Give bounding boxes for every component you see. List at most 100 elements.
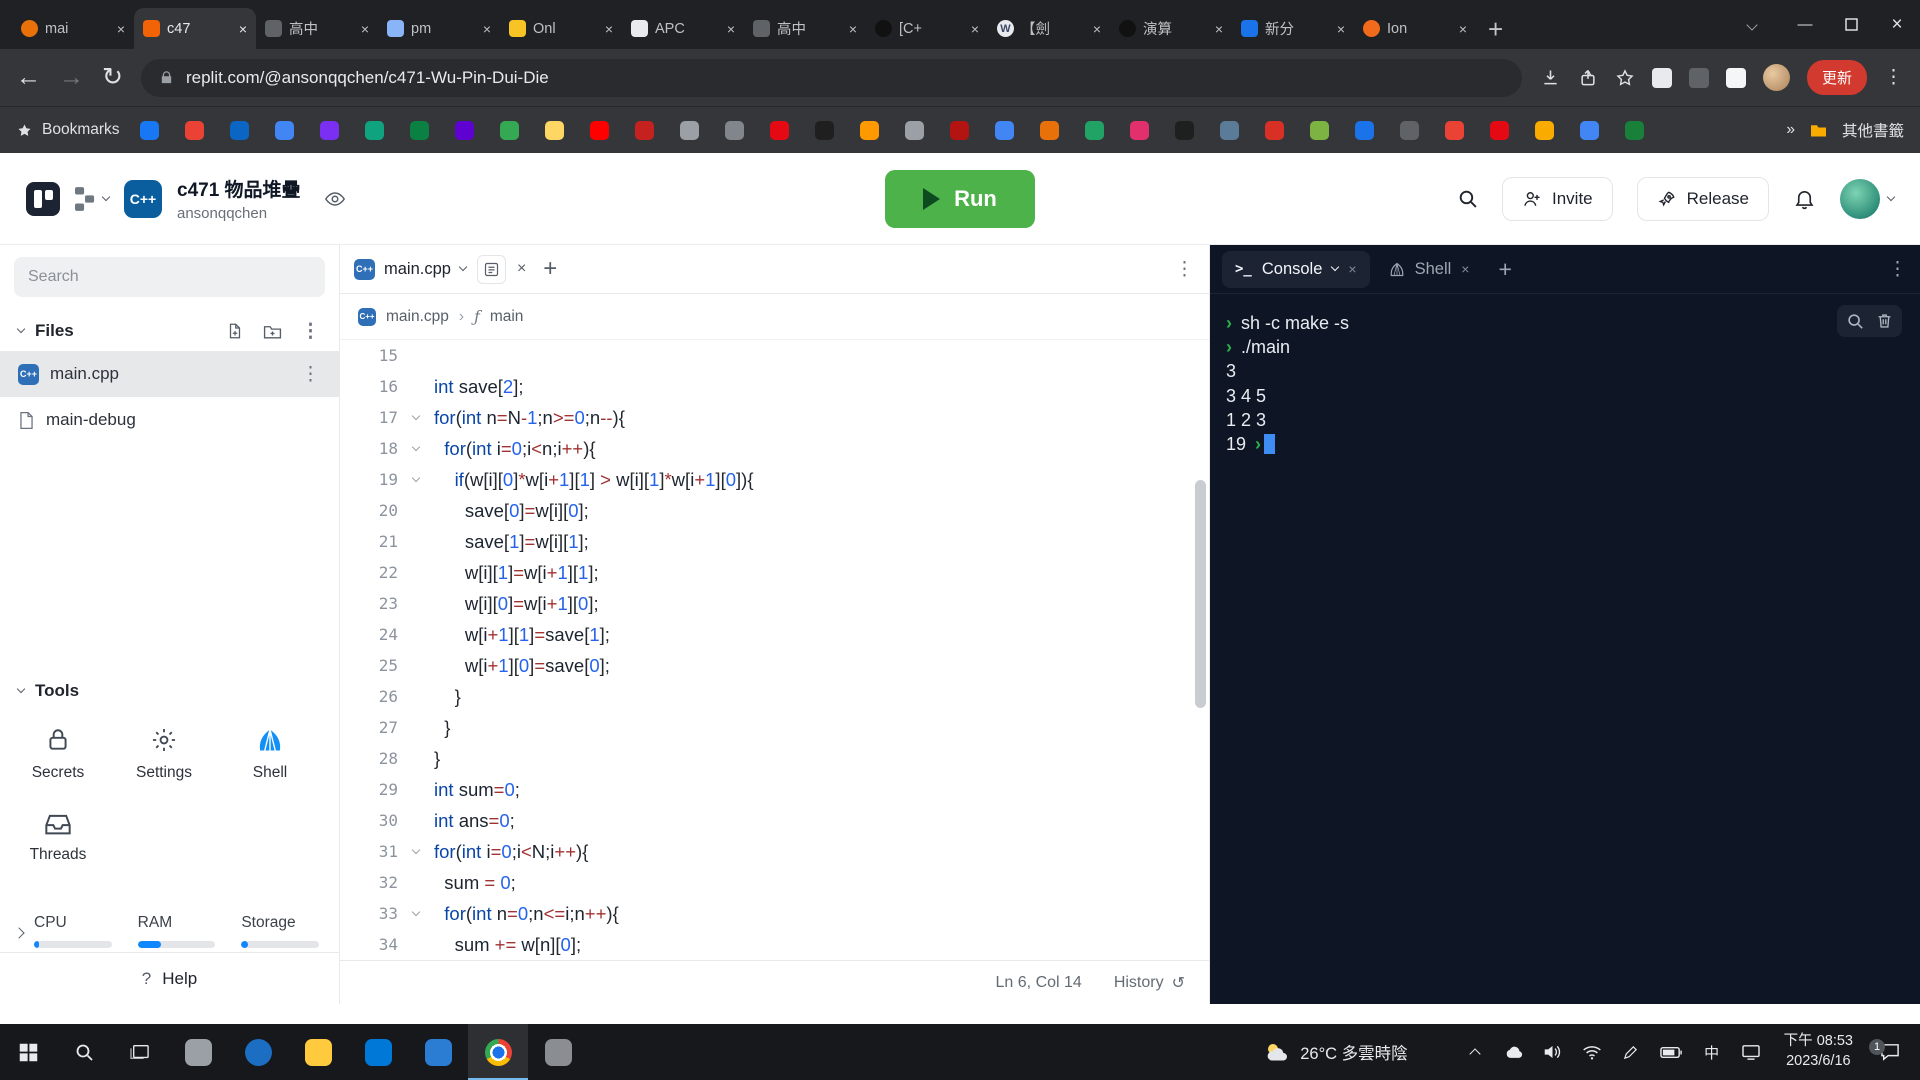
- tab-close-icon[interactable]: ×: [971, 21, 979, 37]
- console-clear-icon[interactable]: [1876, 312, 1893, 330]
- code-line[interactable]: 31for(int i=0;i<N;i++){: [340, 836, 1209, 867]
- battery-icon[interactable]: [1660, 1046, 1683, 1059]
- bookmark-favicon[interactable]: [1310, 121, 1329, 140]
- tab-close-icon[interactable]: ×: [727, 21, 735, 37]
- volume-icon[interactable]: [1543, 1044, 1563, 1060]
- run-button[interactable]: Run: [885, 170, 1035, 228]
- fold-chevron-icon[interactable]: [398, 479, 434, 481]
- tab-shell[interactable]: Shell ×: [1376, 251, 1483, 288]
- bookmark-favicon[interactable]: [1490, 121, 1509, 140]
- breadcrumb-symbol[interactable]: main: [490, 308, 524, 326]
- history-button[interactable]: History ↺: [1114, 973, 1185, 993]
- bookmark-favicon[interactable]: [455, 121, 474, 140]
- action-center-icon[interactable]: 1: [1872, 1043, 1908, 1061]
- code-line[interactable]: 30int ans=0;: [340, 805, 1209, 836]
- browser-tab[interactable]: [C+×: [866, 8, 988, 49]
- bookmark-favicon[interactable]: [905, 121, 924, 140]
- project-title-block[interactable]: c471 物品堆疊 ansonqqchen: [177, 175, 301, 222]
- address-bar[interactable]: replit.com/@ansonqqchen/c471-Wu-Pin-Dui-…: [141, 59, 1522, 97]
- editor-scrollbar[interactable]: [1195, 480, 1206, 708]
- taskbar-app-mail[interactable]: [408, 1024, 468, 1080]
- resources-expand-icon[interactable]: [15, 924, 23, 942]
- files-menu-icon[interactable]: ⋮: [301, 322, 321, 341]
- bookmark-favicon[interactable]: [1130, 121, 1149, 140]
- bookmark-favicon[interactable]: [770, 121, 789, 140]
- bookmark-favicon[interactable]: [320, 121, 339, 140]
- bookmark-favicon[interactable]: [860, 121, 879, 140]
- tab-search-chevron-icon[interactable]: [1748, 16, 1756, 34]
- new-console-tab-button[interactable]: +: [1498, 258, 1511, 281]
- tab-close-icon[interactable]: ×: [849, 21, 857, 37]
- console-search-icon[interactable]: [1846, 312, 1864, 330]
- tab-close-icon[interactable]: ×: [1093, 21, 1101, 37]
- taskbar-search-icon[interactable]: [56, 1024, 112, 1080]
- tab-close-icon[interactable]: ×: [117, 21, 125, 37]
- tab-close-icon[interactable]: ×: [483, 21, 491, 37]
- bookmark-favicon[interactable]: [230, 121, 249, 140]
- code-line[interactable]: 17for(int n=N-1;n>=0;n--){: [340, 402, 1209, 433]
- code-line[interactable]: 29int sum=0;: [340, 774, 1209, 805]
- code-line[interactable]: 16int save[2];: [340, 371, 1209, 402]
- code-line[interactable]: 28}: [340, 743, 1209, 774]
- replit-logo-icon[interactable]: [75, 187, 109, 211]
- onedrive-cloud-icon[interactable]: [1504, 1045, 1524, 1059]
- code-line[interactable]: 21 save[1]=w[i][1];: [340, 526, 1209, 557]
- taskbar-clock[interactable]: 下午 08:53 2023/6/16: [1784, 1032, 1853, 1071]
- code-line[interactable]: 20 save[0]=w[i][0];: [340, 495, 1209, 526]
- code-line[interactable]: 23 w[i][0]=w[i+1][0];: [340, 588, 1209, 619]
- new-editor-tab-button[interactable]: +: [543, 257, 557, 281]
- bookmark-favicon[interactable]: [1400, 121, 1419, 140]
- browser-tab[interactable]: 高中×: [744, 8, 866, 49]
- tab-console[interactable]: >_ Console ×: [1222, 251, 1370, 288]
- share-icon[interactable]: [1578, 68, 1598, 88]
- bookmark-favicon[interactable]: [1580, 121, 1599, 140]
- breadcrumb-file[interactable]: main.cpp: [386, 308, 449, 326]
- tools-section-header[interactable]: Tools: [0, 671, 339, 711]
- editor-tab-main-cpp[interactable]: C++ main.cpp: [354, 259, 466, 280]
- browser-tab[interactable]: 新分×: [1232, 8, 1354, 49]
- tab-close-icon[interactable]: ×: [1337, 21, 1345, 37]
- bookmark-favicon[interactable]: [1445, 121, 1464, 140]
- bookmark-favicon[interactable]: [1175, 121, 1194, 140]
- bookmark-favicon[interactable]: [275, 121, 294, 140]
- taskbar-app-app-window[interactable]: [168, 1024, 228, 1080]
- window-close-button[interactable]: ×: [1874, 0, 1920, 49]
- bookmark-favicon[interactable]: [590, 121, 609, 140]
- tool-settings[interactable]: Settings: [118, 717, 210, 792]
- start-button[interactable]: [0, 1024, 56, 1080]
- tool-threads[interactable]: Threads: [0, 812, 116, 864]
- browser-tab[interactable]: 演算×: [1110, 8, 1232, 49]
- visibility-icon[interactable]: [324, 188, 346, 210]
- new-browser-tab-button[interactable]: +: [1488, 18, 1503, 41]
- tab-close-icon[interactable]: ×: [239, 21, 247, 37]
- browser-menu-icon[interactable]: ⋮: [1884, 68, 1904, 87]
- browser-tab[interactable]: W【劍×: [988, 8, 1110, 49]
- extension-icon[interactable]: [1726, 68, 1746, 88]
- notifications-bell-icon[interactable]: [1793, 187, 1816, 210]
- bookmark-favicon[interactable]: [1220, 121, 1239, 140]
- bookmark-favicon[interactable]: [1625, 121, 1644, 140]
- extension-icon[interactable]: [1652, 68, 1672, 88]
- header-search-icon[interactable]: [1457, 188, 1478, 209]
- bookmarks-overflow-icon[interactable]: »: [1786, 121, 1795, 139]
- close-editor-tab-icon[interactable]: ×: [517, 260, 526, 278]
- code-line[interactable]: 26 }: [340, 681, 1209, 712]
- editor-layout-icon[interactable]: [477, 255, 506, 284]
- network-icon[interactable]: [1582, 1044, 1602, 1061]
- taskbar-app-file-explorer[interactable]: [288, 1024, 348, 1080]
- bookmark-favicon[interactable]: [680, 121, 699, 140]
- code-line[interactable]: 22 w[i][1]=w[i+1][1];: [340, 557, 1209, 588]
- bookmark-star-icon[interactable]: [1615, 68, 1635, 88]
- browser-tab[interactable]: APC×: [622, 8, 744, 49]
- bookmark-favicon[interactable]: [995, 121, 1014, 140]
- help-button[interactable]: ? Help: [0, 952, 339, 1004]
- browser-tab[interactable]: mai×: [12, 8, 134, 49]
- account-avatar[interactable]: [1840, 179, 1894, 219]
- tab-close-icon[interactable]: ×: [361, 21, 369, 37]
- tab-close-icon[interactable]: ×: [1215, 21, 1223, 37]
- new-file-icon[interactable]: [226, 322, 244, 340]
- code-line[interactable]: 25 w[i+1][0]=save[0];: [340, 650, 1209, 681]
- extension-icon[interactable]: [1689, 68, 1709, 88]
- file-item-main-debug[interactable]: main-debug: [0, 397, 339, 443]
- fold-chevron-icon[interactable]: [398, 417, 434, 419]
